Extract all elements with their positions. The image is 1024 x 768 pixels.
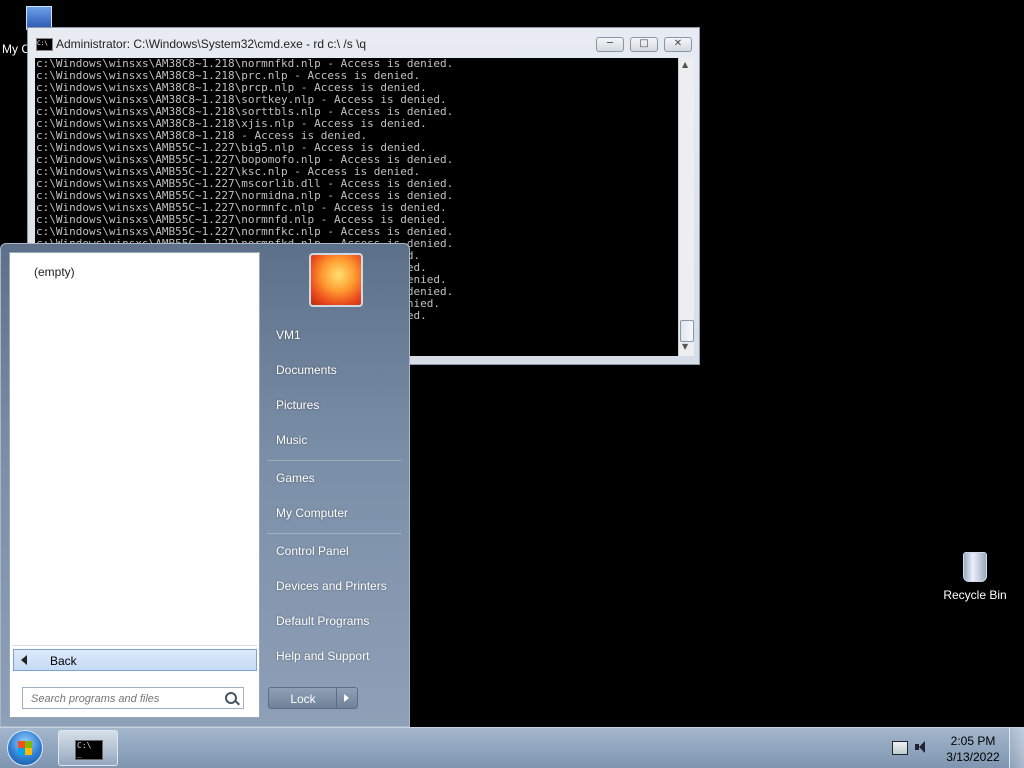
clock[interactable]: 2:05 PM 3/13/2022 xyxy=(938,733,1008,765)
back-arrow-icon xyxy=(21,655,27,665)
scrollbar-thumb[interactable] xyxy=(680,320,694,342)
minimize-button[interactable]: ─ xyxy=(596,37,624,52)
recycle-bin-icon xyxy=(963,552,987,582)
scroll-down-icon[interactable]: ▼ xyxy=(682,342,688,351)
cmd-icon: C:\ _ xyxy=(75,740,103,760)
cmd-icon: C:\ xyxy=(36,38,53,51)
back-button[interactable]: Back xyxy=(13,649,257,671)
window-titlebar[interactable]: C:\ Administrator: C:\Windows\System32\c… xyxy=(28,28,699,58)
taskbar-cmd-button[interactable]: C:\ _ xyxy=(58,730,118,766)
user-picture[interactable] xyxy=(309,253,363,307)
show-desktop-button[interactable] xyxy=(1009,728,1024,768)
close-button[interactable]: ✕ xyxy=(664,37,692,52)
scroll-up-icon[interactable]: ▲ xyxy=(682,60,688,69)
search-input[interactable] xyxy=(29,690,219,708)
divider xyxy=(267,533,401,534)
maximize-button[interactable]: □ xyxy=(630,37,658,52)
volume-icon[interactable] xyxy=(915,741,929,753)
clock-time: 2:05 PM xyxy=(950,734,996,748)
start-item-my-computer[interactable]: My Computer xyxy=(276,506,348,520)
start-item-vm1[interactable]: VM1 xyxy=(276,328,301,342)
divider xyxy=(12,645,257,646)
start-item-documents[interactable]: Documents xyxy=(276,363,337,377)
start-item-music[interactable]: Music xyxy=(276,433,307,447)
search-box[interactable] xyxy=(22,687,244,709)
divider xyxy=(267,460,401,461)
shutdown-options-arrow-icon[interactable] xyxy=(336,688,357,708)
start-menu: (empty) Back VM1 Documents Pictures Musi… xyxy=(0,243,410,727)
taskbar: C:\ _ 2:05 PM 3/13/2022 xyxy=(0,727,1024,768)
lock-label: Lock xyxy=(290,692,316,706)
desktop-icon-recycle-bin[interactable]: Recycle Bin xyxy=(940,552,1010,602)
start-item-default-programs[interactable]: Default Programs xyxy=(276,614,369,628)
search-icon[interactable] xyxy=(225,692,237,704)
start-item-devices-and-printers[interactable]: Devices and Printers xyxy=(276,579,387,593)
window-title: Administrator: C:\Windows\System32\cmd.e… xyxy=(56,37,367,51)
desktop-icon-label: Recycle Bin xyxy=(943,588,1007,602)
programs-empty-label: (empty) xyxy=(34,265,75,279)
lock-button[interactable]: Lock xyxy=(268,687,358,709)
clock-date: 3/13/2022 xyxy=(946,750,1000,764)
start-item-games[interactable]: Games xyxy=(276,471,315,485)
start-item-control-panel[interactable]: Control Panel xyxy=(276,544,349,558)
vertical-scrollbar[interactable]: ▲ ▼ xyxy=(678,58,694,356)
programs-pane: (empty) Back xyxy=(9,252,260,718)
start-item-pictures[interactable]: Pictures xyxy=(276,398,319,412)
windows-logo-icon xyxy=(18,741,32,755)
back-label: Back xyxy=(50,654,77,668)
start-button[interactable] xyxy=(7,730,43,766)
start-item-help-and-support[interactable]: Help and Support xyxy=(276,649,369,663)
network-icon[interactable] xyxy=(892,741,908,755)
